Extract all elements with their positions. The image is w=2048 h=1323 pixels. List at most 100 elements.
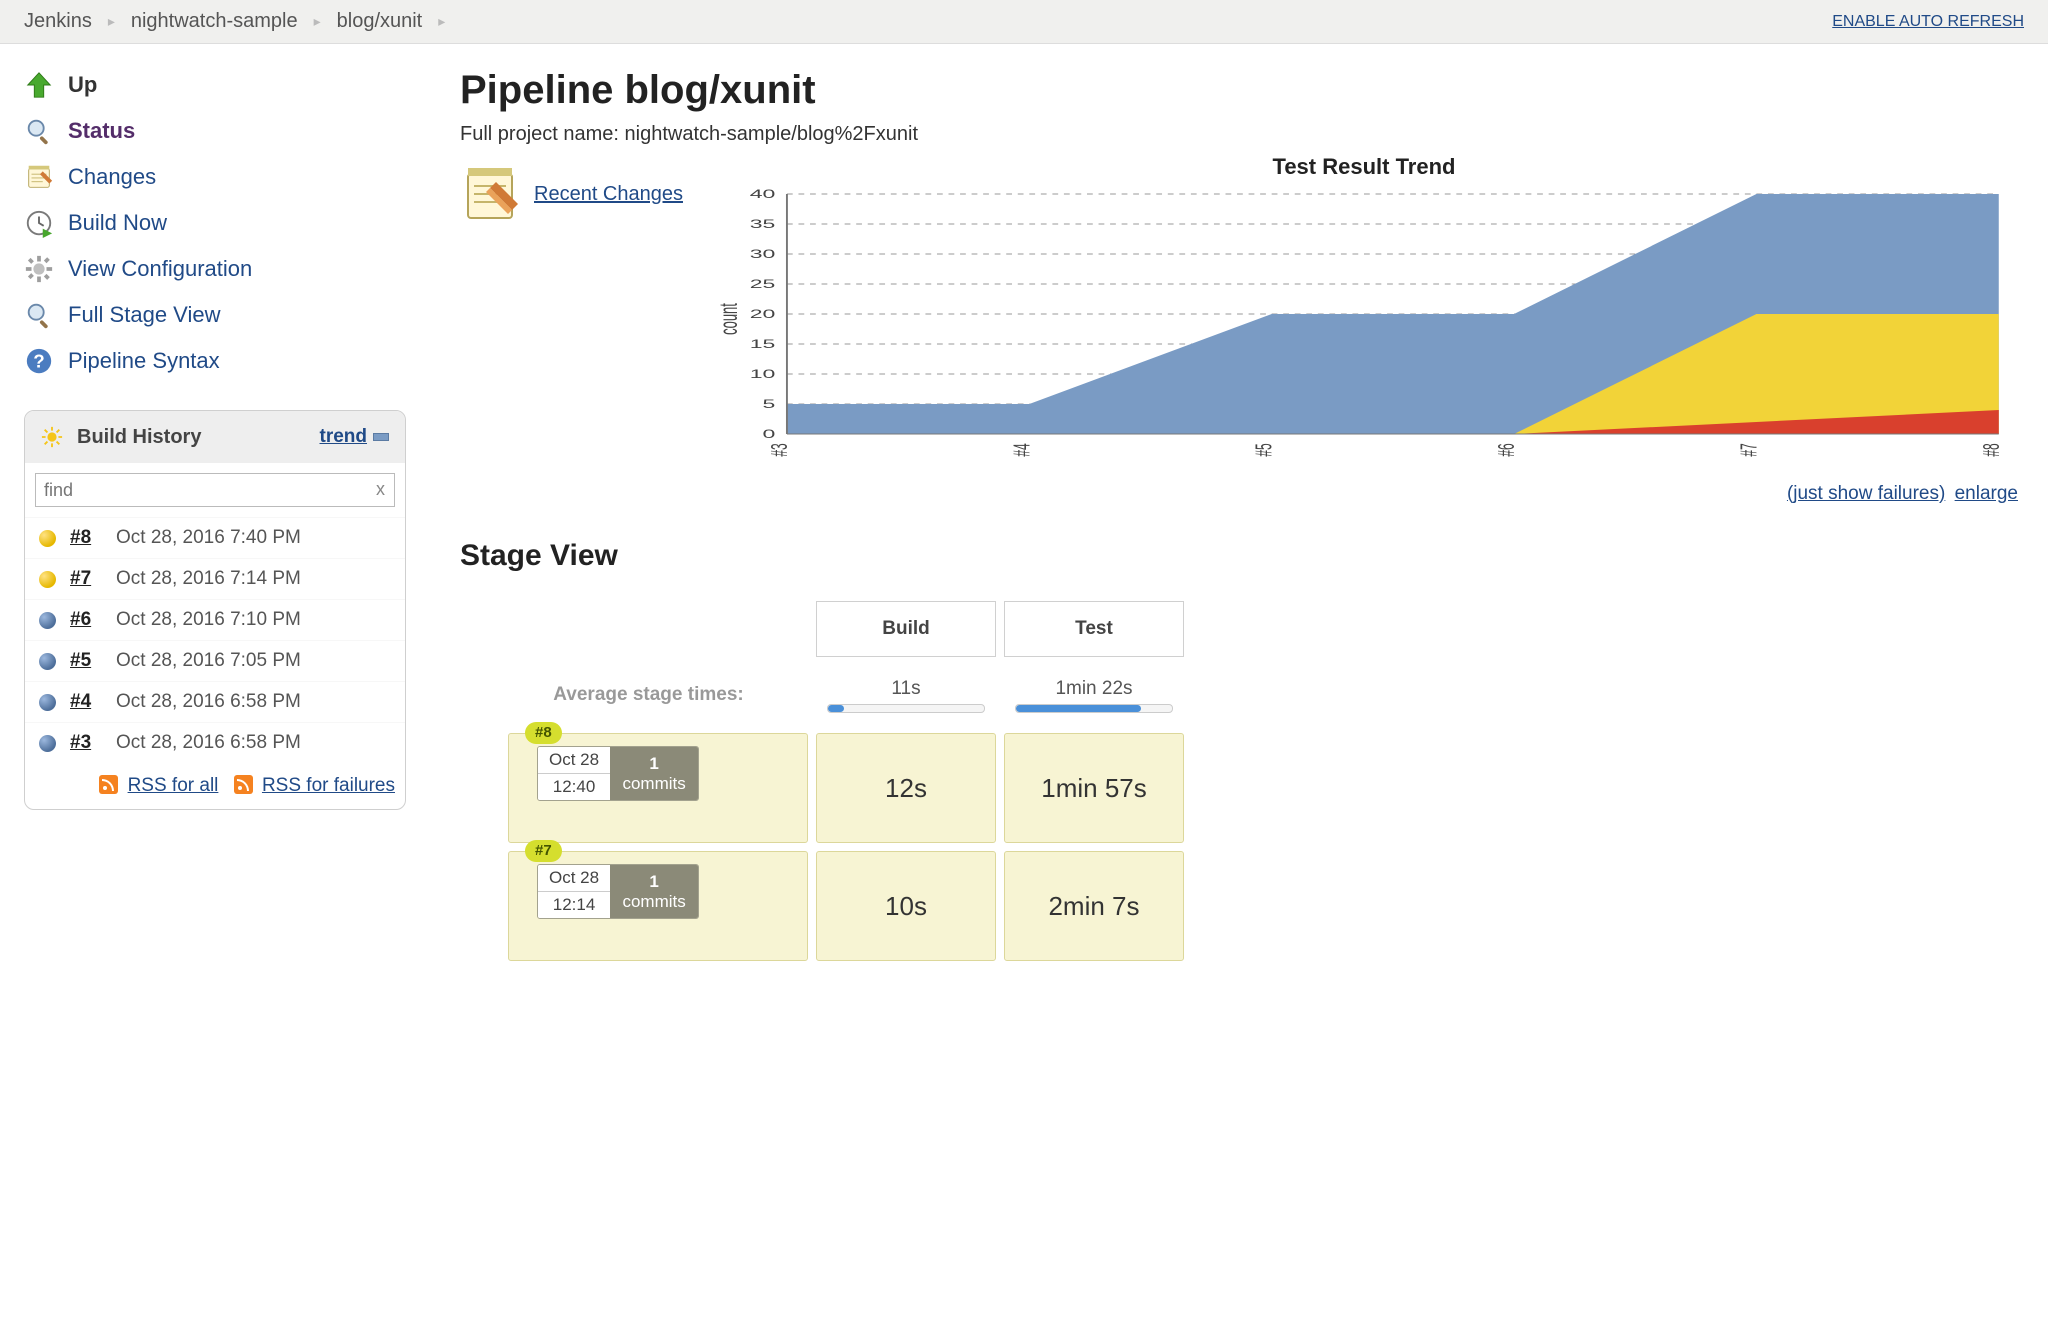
chevron-right-icon: ▸ [438,13,445,30]
sidebar-item-changes[interactable]: Changes [24,154,406,200]
status-ball-icon [39,530,56,547]
svg-text:#7: #7 [1735,443,1761,456]
main-content: Pipeline blog/xunit Full project name: n… [420,44,2048,969]
search-icon [24,300,54,330]
sidebar-item-build-now[interactable]: Build Now [24,200,406,246]
page-title: Pipeline blog/xunit [460,68,2018,113]
stage-view-table: Build Test Average stage times: 11s 1min… [500,593,1192,969]
build-history-row[interactable]: #4 Oct 28, 2016 6:58 PM [25,681,405,722]
stage-col-test: Test [1004,601,1184,657]
build-date: Oct 28, 2016 7:10 PM [116,609,301,631]
trend-label: trend [320,426,368,448]
sun-icon [41,426,63,448]
run-badge: #8 [525,722,562,744]
svg-text:20: 20 [750,307,776,321]
trend-bar-icon [373,433,389,441]
stage-build-cell[interactable]: 12s [816,733,996,843]
sidebar-item-pipeline-syntax[interactable]: ? Pipeline Syntax [24,338,406,384]
run-time: 12:40 [538,773,610,800]
svg-text:30: 30 [750,247,776,261]
svg-text:#4: #4 [1008,443,1034,456]
build-history-row[interactable]: #7 Oct 28, 2016 7:14 PM [25,558,405,599]
chevron-right-icon: ▸ [314,13,321,30]
stage-test-cell[interactable]: 2min 7s [1004,851,1184,961]
sidebar-item-label: Up [68,72,97,98]
svg-text:35: 35 [750,217,776,231]
status-ball-icon [39,735,56,752]
clear-icon[interactable]: x [376,479,385,500]
status-ball-icon [39,571,56,588]
stage-run-header[interactable]: #7 Oct 2812:14 1commits [508,851,808,961]
rss-all-link[interactable]: RSS for all [128,775,219,796]
build-date: Oct 28, 2016 7:14 PM [116,568,301,590]
svg-text:0: 0 [763,427,776,441]
build-history-row[interactable]: #8 Oct 28, 2016 7:40 PM [25,517,405,558]
build-history-trend-link[interactable]: trend [320,426,390,448]
build-number-link[interactable]: #3 [70,732,116,754]
build-number-link[interactable]: #5 [70,650,116,672]
chart-title: Test Result Trend [710,154,2018,180]
run-time: 12:14 [538,891,610,918]
sidebar-item-status[interactable]: Status [24,108,406,154]
build-date: Oct 28, 2016 6:58 PM [116,732,301,754]
sidebar-item-label: Pipeline Syntax [68,348,220,374]
svg-text:5: 5 [763,397,776,411]
recent-changes-link[interactable]: Recent Changes [534,183,683,206]
svg-text:#3: #3 [766,443,792,456]
build-number-link[interactable]: #7 [70,568,116,590]
svg-text:#5: #5 [1250,443,1276,456]
build-history-panel: Build History trend x #8 Oct 28, 2016 7:… [24,410,406,810]
avg-build-time: 11s [817,678,995,700]
sidebar-item-full-stage[interactable]: Full Stage View [24,292,406,338]
svg-text:25: 25 [750,277,776,291]
stage-run-header[interactable]: #8 Oct 2812:40 1commits [508,733,808,843]
avg-build-cell: 11s [816,665,996,725]
chart-show-failures-link[interactable]: (just show failures) [1787,483,1945,504]
build-history-row[interactable]: #3 Oct 28, 2016 6:58 PM [25,722,405,763]
build-number-link[interactable]: #4 [70,691,116,713]
build-history-find-input[interactable] [35,473,395,507]
sidebar-item-label: Full Stage View [68,302,220,328]
run-commits: 1commits [610,865,698,918]
run-commits: 1commits [610,747,698,800]
rss-failures-link[interactable]: RSS for failures [262,775,395,796]
svg-text:#6: #6 [1493,443,1519,456]
stage-test-cell[interactable]: 1min 57s [1004,733,1184,843]
crumb-jenkins[interactable]: Jenkins [24,10,92,33]
stage-view-title: Stage View [460,539,2018,573]
sidebar: Up Status Changes Build Now View Configu… [0,44,420,810]
full-project-name: Full project name: nightwatch-sample/blo… [460,123,2018,146]
chart-enlarge-link[interactable]: enlarge [1955,483,2018,504]
clock-play-icon [24,208,54,238]
notepad-icon [24,162,54,192]
avg-stage-times-label: Average stage times: [508,665,808,725]
search-icon [24,116,54,146]
enable-auto-refresh-link[interactable]: ENABLE AUTO REFRESH [1832,13,2024,31]
svg-text:40: 40 [750,187,776,201]
recent-changes-block: Recent Changes [460,162,700,226]
chart-ylabel: count [716,303,744,335]
sidebar-item-label: Status [68,118,135,144]
status-ball-icon [39,694,56,711]
build-history-row[interactable]: #6 Oct 28, 2016 7:10 PM [25,599,405,640]
notepad-icon [460,162,524,226]
build-history-row[interactable]: #5 Oct 28, 2016 7:05 PM [25,640,405,681]
build-number-link[interactable]: #6 [70,609,116,631]
svg-text:?: ? [33,351,44,372]
sidebar-item-up[interactable]: Up [24,62,406,108]
chevron-right-icon: ▸ [108,13,115,30]
avg-test-time: 1min 22s [1005,678,1183,700]
build-date: Oct 28, 2016 7:05 PM [116,650,301,672]
run-date: Oct 28 [538,747,610,773]
trend-chart[interactable]: 0510152025303540 #3#4#5#6#7#8 count [710,184,2018,474]
help-icon: ? [24,346,54,376]
sidebar-item-label: Changes [68,164,156,190]
sidebar-item-view-config[interactable]: View Configuration [24,246,406,292]
rss-icon [99,775,118,794]
build-date: Oct 28, 2016 7:40 PM [116,527,301,549]
crumb-branch[interactable]: blog/xunit [337,10,423,33]
crumb-project[interactable]: nightwatch-sample [131,10,298,33]
stage-build-cell[interactable]: 10s [816,851,996,961]
build-number-link[interactable]: #8 [70,527,116,549]
up-arrow-icon [24,70,54,100]
